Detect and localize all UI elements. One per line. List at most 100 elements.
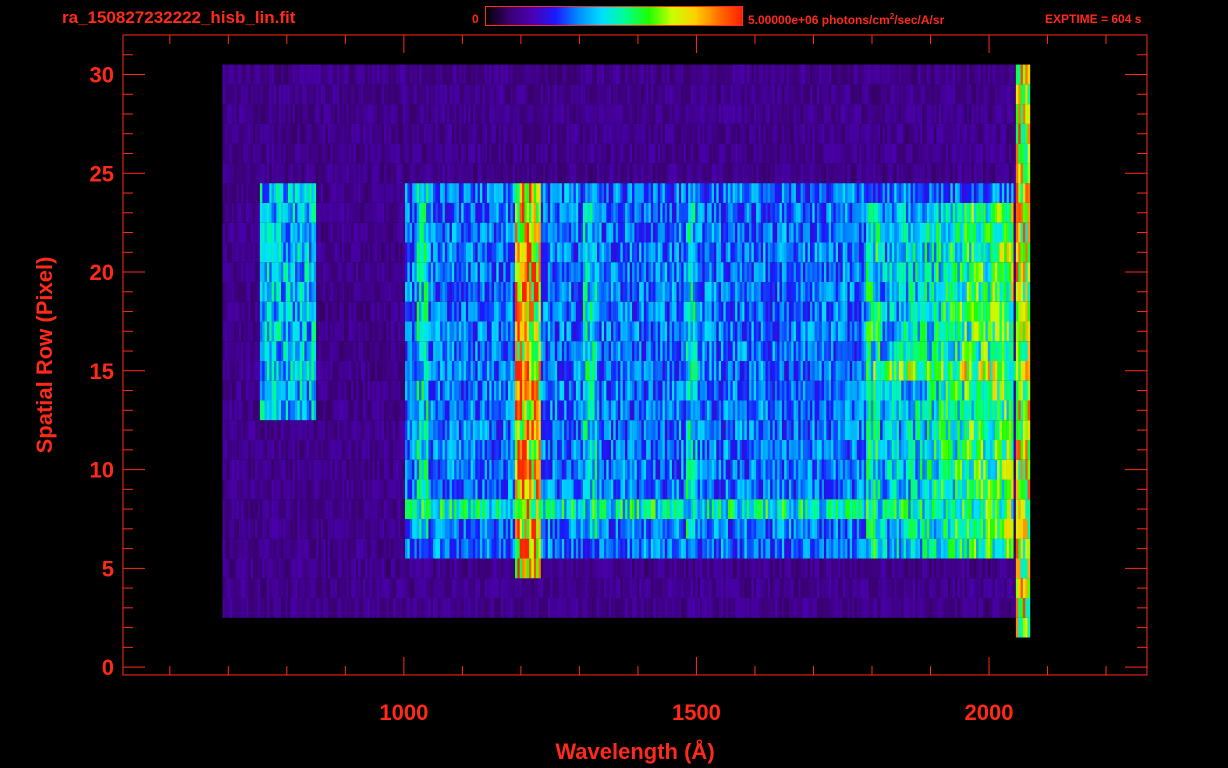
heatmap-cell [508,380,511,401]
heatmap-cell [564,578,567,598]
heatmap-cell [292,281,296,302]
heatmap-cell [622,558,626,579]
heatmap-cell [302,301,305,322]
heatmap-cell [547,301,551,322]
heatmap-cell [482,183,485,203]
heatmap-cell [407,360,410,381]
heatmap-cell [234,538,237,559]
heatmap-cell [557,598,560,618]
heatmap-cell [491,104,495,124]
heatmap-cell [636,499,640,519]
heatmap-cell [503,281,506,302]
heatmap-cell [393,538,396,559]
heatmap-cell [479,183,483,203]
heatmap-cell [292,222,296,243]
heatmap-cell [358,222,361,243]
heatmap-cell [325,242,329,263]
heatmap-cell [508,479,511,500]
heatmap-cell [264,321,268,342]
heatmap-cell [419,84,422,105]
heatmap-cell [585,400,588,421]
heatmap-cell [629,360,633,381]
heatmap-cell [433,459,436,480]
heatmap-cell [472,578,476,598]
heatmap-cell [302,222,305,243]
heatmap-cell [622,538,626,559]
heatmap-cell [266,262,270,282]
heatmap-cell [231,341,235,361]
heatmap-cell [384,321,387,342]
heatmap-cell [564,84,567,105]
heatmap-cell [351,519,354,539]
heatmap-cell [288,64,291,85]
heatmap-cell [585,301,588,322]
heatmap-cell [278,143,282,164]
heatmap-cell [465,558,469,579]
heatmap-cell [634,242,637,263]
heatmap-cell [325,183,329,203]
heatmap-cell [484,479,488,500]
heatmap-cell [351,459,354,480]
heatmap-cell [416,84,420,105]
heatmap-cell [611,163,614,184]
heatmap-cell [285,64,289,85]
heatmap-cell [618,400,621,421]
heatmap-cell [224,163,228,184]
heatmap-cell [470,578,474,598]
heatmap-cell [391,538,394,559]
heatmap-cell [257,380,261,401]
heatmap-cell [573,400,577,421]
heatmap-cell [281,578,284,598]
heatmap-cell [515,222,518,243]
heatmap-cell [351,499,354,519]
heatmap-cell [281,400,284,421]
heatmap-cell [519,400,523,421]
heatmap-cell [313,183,317,203]
heatmap-cell [231,499,235,519]
heatmap-cell [337,341,340,361]
heatmap-cell [512,558,516,579]
heatmap-cell [360,519,364,539]
heatmap-cell [337,400,340,421]
heatmap-cell [325,143,329,164]
heatmap-cell [306,84,310,105]
heatmap-cell [283,321,286,342]
heatmap-cell [360,281,364,302]
heatmap-cell [358,519,361,539]
heatmap-cell [484,499,488,519]
heatmap-cell [594,163,598,184]
heatmap-cell [236,143,240,164]
heatmap-cell [227,84,230,105]
heatmap-cell [243,459,247,480]
heatmap-cell [587,104,591,124]
heatmap-cell [344,400,347,421]
heatmap-cell [391,123,394,144]
heatmap-cell [269,321,272,342]
heatmap-cell [557,519,560,539]
heatmap-cell [325,123,329,144]
heatmap-cell [622,519,626,539]
heatmap-cell [636,163,640,184]
heatmap-cell [323,262,326,282]
heatmap-cell [236,380,240,401]
heatmap-cell [589,400,593,421]
heatmap-cell [494,479,497,500]
heatmap-cell [313,281,317,302]
heatmap-cell [309,439,312,460]
heatmap-cell [606,262,609,282]
heatmap-cell [409,262,413,282]
heatmap-cell [374,538,378,559]
heatmap-cell [589,123,593,144]
heatmap-cell [416,163,420,184]
heatmap-cell [271,499,275,519]
heatmap-cell [388,143,392,164]
heatmap-cell [503,578,506,598]
heatmap-cell [388,400,392,421]
heatmap-cell [245,380,249,401]
heatmap-cell [491,281,495,302]
heatmap-cell [578,281,581,302]
heatmap-cell [554,538,558,559]
heatmap-cell [512,380,516,401]
heatmap-cell [283,459,286,480]
heatmap-cell [269,400,272,421]
